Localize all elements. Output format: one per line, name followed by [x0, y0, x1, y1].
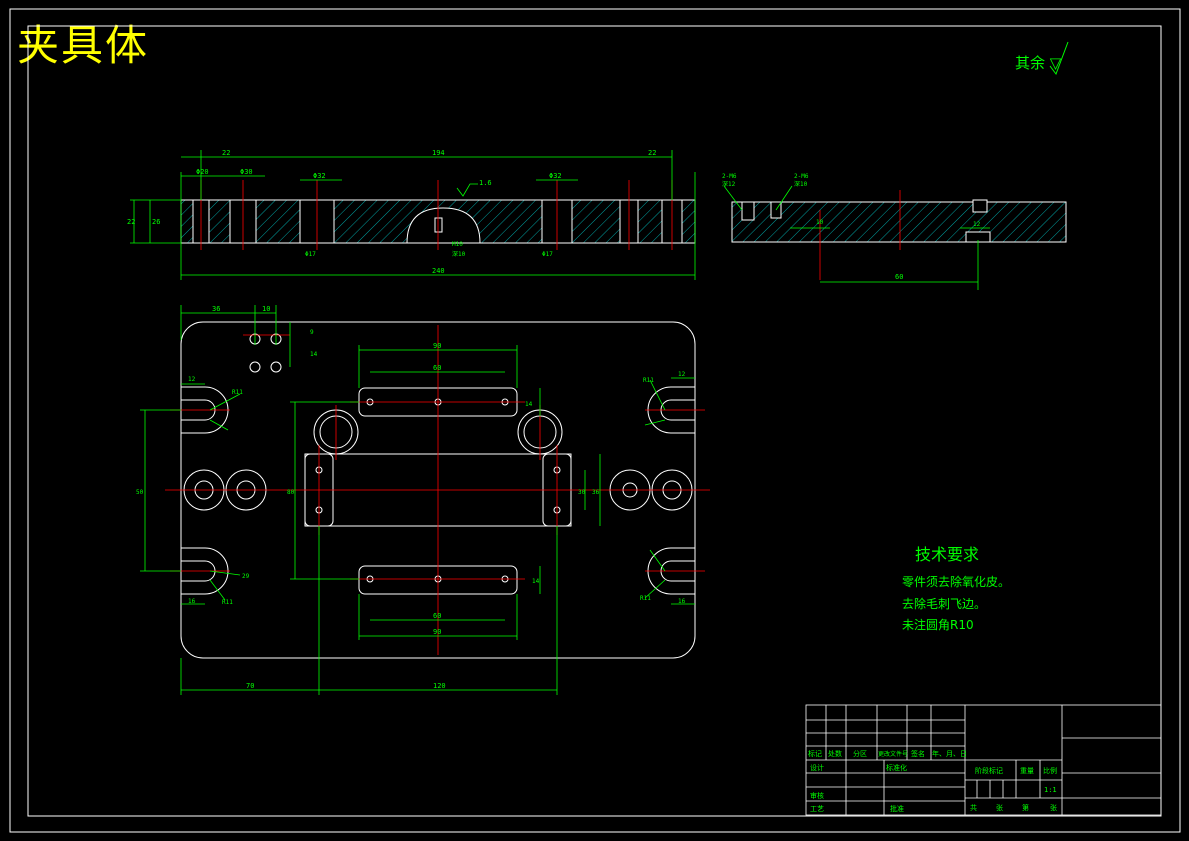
roughness-check-icon	[1049, 41, 1069, 76]
plan-dim-12a: 12	[188, 376, 196, 383]
engineering-drawing: 22 194 22 Φ20 Φ30 Φ32 Φ32 1.6 22 26 240 …	[9, 8, 1181, 833]
plan-r11d: R11	[640, 595, 651, 602]
tb-h-date: 年、月、日	[932, 749, 967, 758]
side-dim-12: 12	[973, 221, 981, 228]
plan-dim-16b: 16	[678, 598, 686, 605]
side-dim-10: 10	[816, 219, 824, 226]
side-view: 2-M6 深12 2-M6 深10 10 60 12	[722, 173, 1067, 290]
note-phi17a: Φ17	[305, 251, 316, 258]
dim-phi32b: Φ32	[549, 172, 562, 180]
plan-dim-14c: 14	[532, 578, 540, 585]
tb-approve: 批准	[890, 804, 904, 813]
plan-dim-90a: 90	[433, 342, 441, 350]
plan-dim-30: 30	[578, 489, 586, 496]
inner-frame	[27, 25, 1162, 817]
plan-r11a: R11	[232, 389, 243, 396]
tb-sheet-total: 共	[970, 803, 977, 812]
tb-h-zone: 分区	[853, 749, 867, 758]
dim-240: 240	[432, 267, 445, 275]
tb-review: 审核	[810, 791, 824, 800]
tb-weight: 重量	[1020, 767, 1034, 775]
side-m6b: 2-M6	[794, 173, 809, 180]
dim-22b: 22	[648, 149, 656, 157]
plan-dim-36: 36	[212, 305, 220, 313]
tb-sheet-unit1: 张	[996, 803, 1003, 812]
tb-scale: 比例	[1043, 766, 1057, 775]
tb-process: 工艺	[810, 805, 824, 813]
plan-dim-14: 14	[310, 351, 318, 358]
plan-dim-80: 80	[287, 489, 295, 496]
note-m10: M10	[452, 241, 463, 248]
plan-dim-16a: 16	[188, 598, 196, 605]
dim-194: 194	[432, 149, 445, 157]
dim-22a: 22	[222, 149, 230, 157]
tb-sheet-unit2: 张	[1050, 803, 1057, 812]
plan-dim-90b: 90	[433, 628, 441, 636]
tb-stage: 阶段标记	[975, 766, 1003, 775]
plan-dim-60a: 60	[433, 364, 441, 372]
plan-dim-50: 50	[136, 489, 144, 496]
tb-h-count: 处数	[828, 749, 842, 758]
plan-dim-70: 70	[246, 682, 254, 690]
dim-22v: 22	[127, 218, 135, 226]
dim-phi32a: Φ32	[313, 172, 326, 180]
plan-r11b: R11	[222, 599, 233, 606]
plan-view: 36 10 9 14 90 60 14 14 60 90 R11 R11 R11…	[136, 305, 710, 695]
plan-dim-120: 120	[433, 682, 446, 690]
plan-dim-36b: 36	[592, 489, 600, 496]
plan-dim-9: 9	[310, 329, 314, 336]
side-depth12: 深12	[722, 180, 736, 188]
tb-h-sign: 签名	[911, 749, 925, 758]
side-dim-60: 60	[895, 273, 903, 281]
title-block-text: 标记 处数 分区 更改文件号 签名 年、月、日 设计 标准化 审核 工艺 批准 …	[808, 749, 1057, 813]
plan-dim-29: 29	[242, 573, 250, 580]
note-depth10: 深10	[452, 250, 466, 258]
side-m6a: 2-M6	[722, 173, 737, 180]
dim-phi30: Φ30	[240, 168, 253, 176]
tb-sheet-num: 第	[1022, 803, 1029, 812]
side-depth10: 深10	[794, 180, 808, 188]
dim-26v: 26	[152, 218, 160, 226]
tb-standard: 标准化	[886, 763, 907, 772]
tb-h-mark: 标记	[808, 749, 822, 758]
section-view: 22 194 22 Φ20 Φ30 Φ32 Φ32 1.6 22 26 240 …	[127, 149, 696, 280]
note-phi17b: Φ17	[542, 251, 553, 258]
plan-r11c: R11	[643, 377, 654, 384]
title-block	[805, 704, 1162, 816]
plan-dim-10: 10	[262, 305, 270, 313]
plan-dim-12b: 12	[678, 371, 686, 378]
plan-dim-60b: 60	[433, 612, 441, 620]
ra-1-6: 1.6	[479, 179, 492, 187]
tb-h-file: 更改文件号	[878, 750, 908, 758]
tb-design: 设计	[810, 763, 824, 772]
tb-scale-value: 1:1	[1044, 786, 1057, 794]
plan-dim-14b: 14	[525, 401, 533, 408]
dim-phi20: Φ20	[196, 168, 209, 176]
